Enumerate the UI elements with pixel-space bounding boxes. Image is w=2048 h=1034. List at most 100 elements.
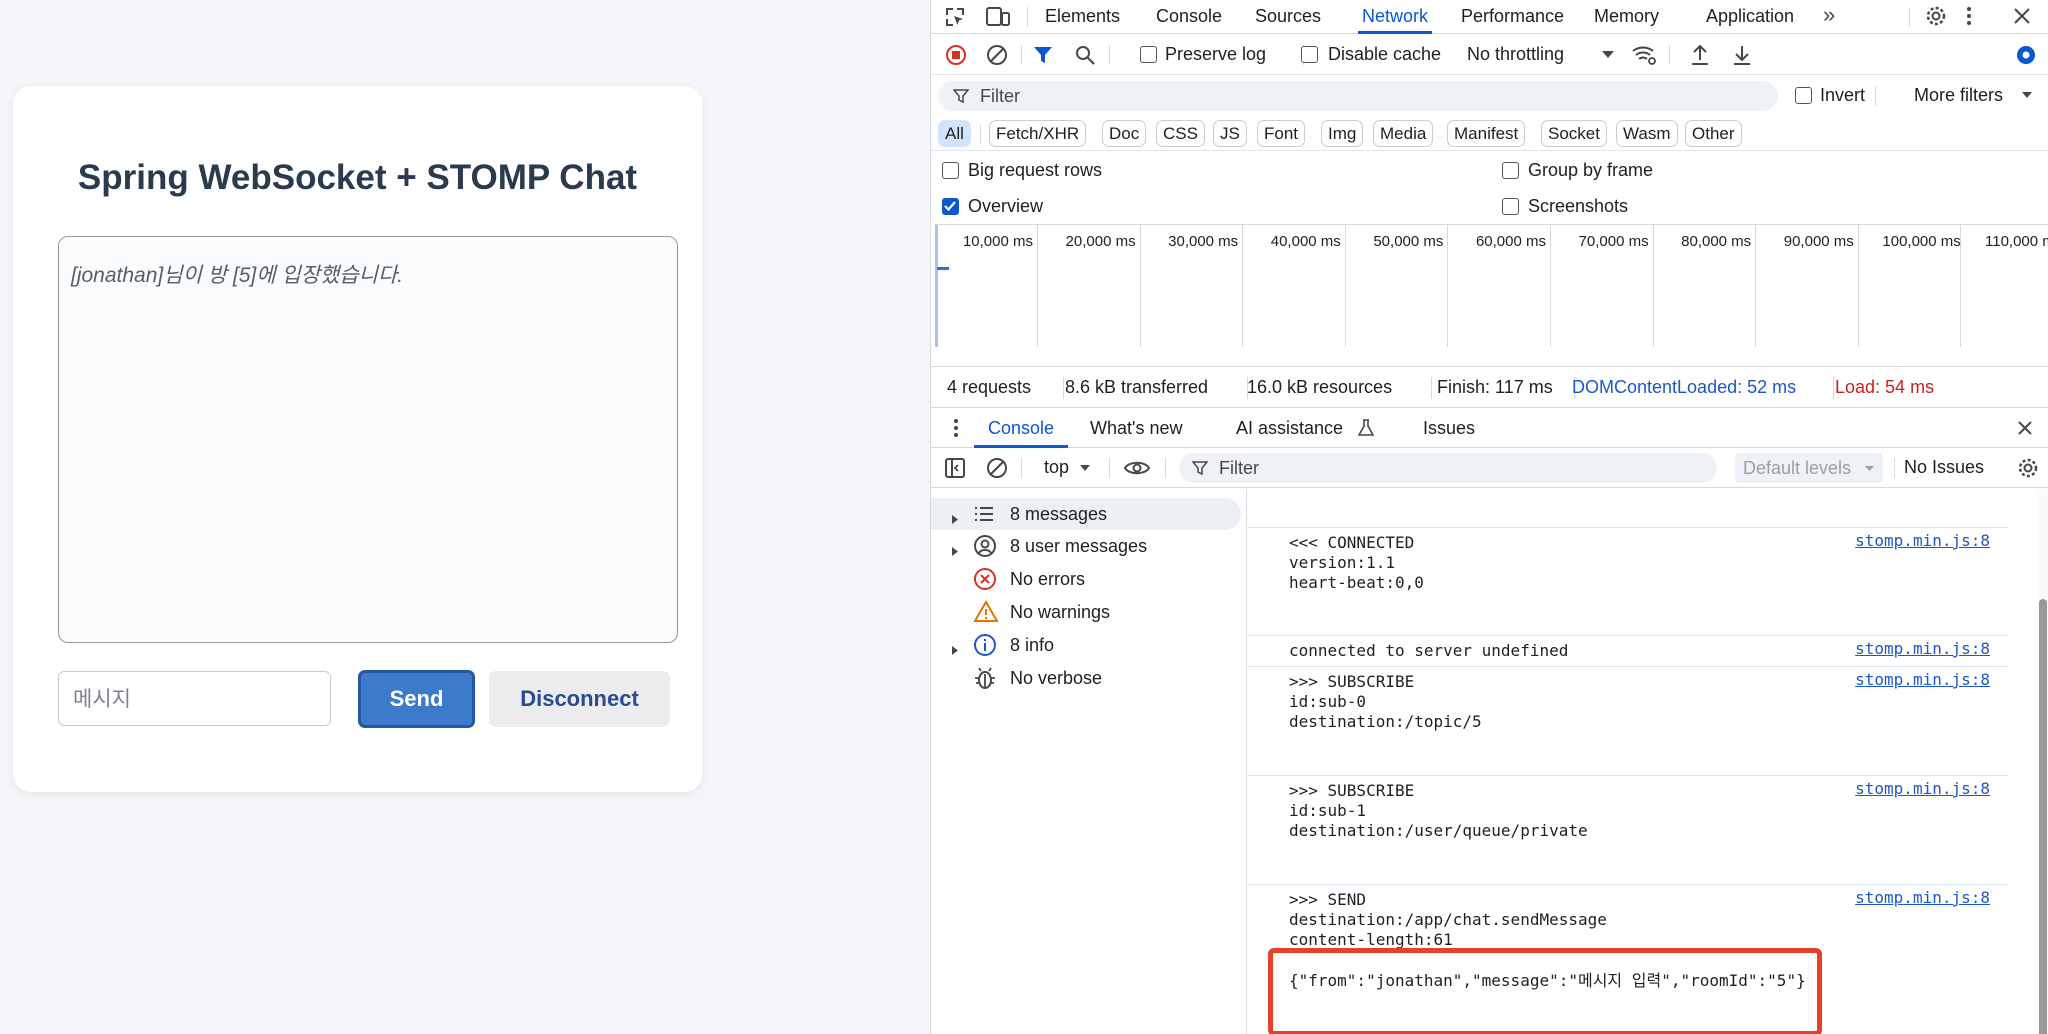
kebab-menu-icon[interactable] xyxy=(1964,4,1974,28)
download-har-icon[interactable] xyxy=(1731,43,1753,67)
console-filter-placeholder: Filter xyxy=(1219,458,1259,478)
chip-doc[interactable]: Doc xyxy=(1102,120,1147,147)
scrollbar-thumb[interactable] xyxy=(2039,599,2047,1034)
throttling-select[interactable]: No throttling xyxy=(1467,44,1564,65)
load-time: Load: 54 ms xyxy=(1835,377,1935,397)
overview-checkbox[interactable] xyxy=(942,198,959,215)
more-filters-button[interactable]: More filters xyxy=(1914,85,2003,106)
console-source-link[interactable]: stomp.min.js:8 xyxy=(1855,670,1990,689)
network-filter-input[interactable]: Filter xyxy=(938,81,1778,111)
expand-arrow-icon[interactable] xyxy=(951,509,959,530)
more-tabs-icon[interactable]: » xyxy=(1823,2,1835,28)
console-message: >>> SUBSCRIBE id:sub-1 destination:/user… xyxy=(1248,775,2008,875)
console-source-link[interactable]: stomp.min.js:8 xyxy=(1855,639,1990,658)
console-source-link[interactable]: stomp.min.js:8 xyxy=(1855,779,1990,798)
network-conditions-icon[interactable] xyxy=(1631,43,1657,67)
message-input[interactable] xyxy=(58,671,331,726)
highlight-annotation-box xyxy=(1268,948,1822,1034)
overview-tick-label: 10,000 ms xyxy=(962,233,1033,250)
info-icon xyxy=(973,633,997,662)
chip-fetch-xhr[interactable]: Fetch/XHR xyxy=(989,120,1087,147)
send-button[interactable]: Send xyxy=(358,670,475,728)
console-message: connected to server undefined stomp.min.… xyxy=(1248,635,2008,665)
overview-gridline xyxy=(1755,225,1757,347)
sidebar-item-info[interactable]: 8 info xyxy=(931,629,1241,661)
dom-content-loaded-time: DOMContentLoaded: 52 ms xyxy=(1572,377,1797,397)
filter-icon xyxy=(953,88,969,104)
inspect-element-icon[interactable] xyxy=(943,5,967,29)
chip-img[interactable]: Img xyxy=(1321,120,1364,147)
chip-wasm[interactable]: Wasm xyxy=(1616,120,1678,147)
tab-network[interactable]: Network xyxy=(1358,0,1433,34)
list-icon xyxy=(973,504,995,529)
console-source-link[interactable]: stomp.min.js:8 xyxy=(1855,531,1990,550)
network-overview-timeline[interactable]: 10,000 ms 20,000 ms 30,000 ms 40,000 ms 50,0… xyxy=(935,224,2048,347)
chip-other[interactable]: Other xyxy=(1685,120,1742,147)
clear-console-icon[interactable] xyxy=(986,457,1008,479)
tab-application[interactable]: Application xyxy=(1706,0,1794,34)
chip-all[interactable]: All xyxy=(938,120,971,147)
device-toolbar-icon[interactable] xyxy=(985,5,1011,29)
toggle-sidebar-icon[interactable] xyxy=(944,457,966,479)
sidebar-item-user-messages[interactable]: 8 user messages xyxy=(931,530,1241,562)
close-drawer-icon[interactable] xyxy=(2016,419,2034,437)
filter-funnel-icon[interactable] xyxy=(1032,44,1054,66)
chip-font[interactable]: Font xyxy=(1257,120,1306,147)
chip-socket[interactable]: Socket xyxy=(1541,120,1607,147)
chip-css[interactable]: CSS xyxy=(1156,120,1205,147)
tab-memory[interactable]: Memory xyxy=(1594,0,1659,34)
live-expression-eye-icon[interactable] xyxy=(1123,456,1151,480)
preserve-log-checkbox[interactable] xyxy=(1140,46,1157,63)
expand-arrow-icon[interactable] xyxy=(951,640,959,661)
chat-page: Spring WebSocket + STOMP Chat [jonathan]… xyxy=(0,0,930,1034)
group-by-frame-checkbox[interactable] xyxy=(1502,162,1519,179)
tab-elements[interactable]: Elements xyxy=(1045,0,1120,34)
tab-console[interactable]: Console xyxy=(1156,0,1222,34)
filter-icon xyxy=(1192,460,1208,476)
sidebar-item-messages[interactable]: 8 messages xyxy=(931,498,1241,530)
drawer-tab-issues[interactable]: Issues xyxy=(1423,408,1475,448)
drawer-tab-ai-assistance[interactable]: AI assistance xyxy=(1236,408,1343,448)
chat-log[interactable]: [jonathan]님이 방 [5]에 입장했습니다. xyxy=(58,236,678,643)
console-settings-gear-icon[interactable] xyxy=(2016,456,2040,480)
network-settings-gear-icon[interactable] xyxy=(2014,43,2038,67)
disconnect-button[interactable]: Disconnect xyxy=(489,671,670,727)
record-stop-icon[interactable] xyxy=(945,44,967,66)
tab-sources[interactable]: Sources xyxy=(1255,0,1321,34)
screenshots-checkbox[interactable] xyxy=(1502,198,1519,215)
sidebar-item-errors[interactable]: No errors xyxy=(931,563,1241,595)
context-selector[interactable]: top xyxy=(1044,457,1069,478)
disable-cache-label: Disable cache xyxy=(1328,44,1442,64)
chip-media[interactable]: Media xyxy=(1373,120,1434,147)
invert-checkbox[interactable] xyxy=(1795,87,1812,104)
tab-performance[interactable]: Performance xyxy=(1461,0,1564,34)
drawer-tab-console[interactable]: Console xyxy=(974,408,1069,448)
overview-gridline xyxy=(1037,225,1038,347)
sidebar-item-warnings[interactable]: No warnings xyxy=(931,596,1241,628)
log-levels-select[interactable]: Default levels xyxy=(1735,453,1883,483)
console-filter-input[interactable]: Filter xyxy=(1179,453,1717,483)
search-icon[interactable] xyxy=(1074,44,1096,66)
devtools-tabbar: Elements Console Sources Network Perform… xyxy=(931,0,2048,34)
chip-manifest[interactable]: Manifest xyxy=(1447,120,1526,147)
clear-icon[interactable] xyxy=(986,44,1008,66)
drawer-tab-whats-new[interactable]: What's new xyxy=(1090,408,1182,448)
drawer-menu-icon[interactable] xyxy=(953,418,959,438)
issues-counter[interactable]: No Issues xyxy=(1904,457,1984,478)
console-message-text: >>> SUBSCRIBE id:sub-1 destination:/user… xyxy=(1289,781,1588,840)
expand-arrow-icon[interactable] xyxy=(951,541,959,562)
sidebar-label: No warnings xyxy=(1010,602,1111,622)
console-source-link[interactable]: stomp.min.js:8 xyxy=(1855,888,1990,907)
settings-gear-icon[interactable] xyxy=(1924,4,1948,28)
sidebar-item-verbose[interactable]: No verbose xyxy=(931,662,1241,694)
chip-js[interactable]: JS xyxy=(1213,120,1247,147)
overview-gridline xyxy=(1857,225,1859,347)
upload-har-icon[interactable] xyxy=(1689,43,1711,67)
resources-size: 16.0 kB resources xyxy=(1247,377,1393,397)
disable-cache-checkbox[interactable] xyxy=(1301,46,1318,63)
big-request-rows-checkbox[interactable] xyxy=(942,162,959,179)
console-scrollbar[interactable] xyxy=(2037,489,2048,1034)
chevron-down-icon[interactable] xyxy=(1601,50,1615,60)
close-devtools-icon[interactable] xyxy=(2011,5,2033,27)
sidebar-label: 8 messages xyxy=(1010,504,1108,524)
